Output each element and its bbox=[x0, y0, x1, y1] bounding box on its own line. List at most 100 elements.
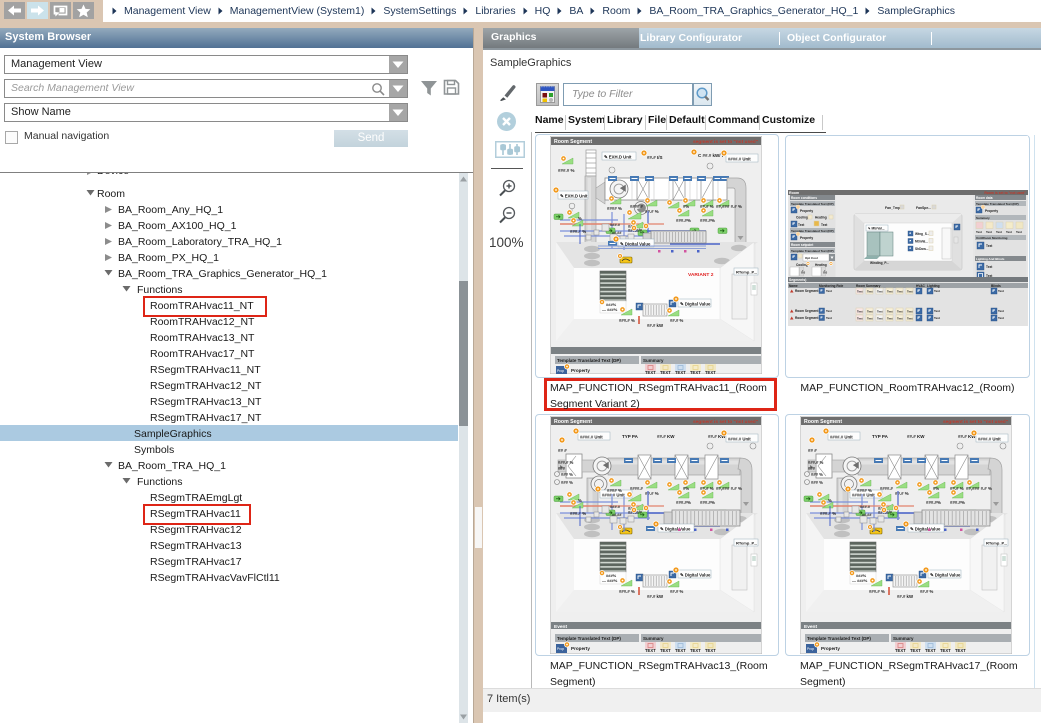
svg-text:###.# %: ###.# % bbox=[570, 511, 586, 516]
svg-text:segment is set to "not used": segment is set to "not used" bbox=[943, 419, 1008, 425]
svg-text:Text: Text bbox=[867, 317, 873, 321]
svg-text:Opt Cool: Opt Cool bbox=[805, 256, 818, 260]
svg-text:Prop: Prop bbox=[807, 647, 814, 651]
svg-text:###.#%: ###.#% bbox=[950, 500, 965, 505]
svg-text:TEXT: TEXT bbox=[940, 648, 951, 653]
svg-text:Heating: Heating bbox=[815, 263, 827, 267]
svg-text:MtnVal...: MtnVal... bbox=[915, 240, 928, 244]
svg-text:Text: Text bbox=[907, 317, 913, 321]
svg-text:Event: Event bbox=[804, 624, 817, 630]
svg-text:Property: Property bbox=[571, 368, 590, 373]
svg-text:Room Segment: Room Segment bbox=[795, 309, 819, 313]
svg-text:##.# %: ##.# % bbox=[645, 491, 659, 496]
svg-text:Text: Text bbox=[897, 317, 903, 321]
svg-text:Room: Room bbox=[789, 191, 799, 195]
svg-text:Text: Text bbox=[1006, 230, 1012, 234]
svg-text:segment is set to "not used": segment is set to "not used" bbox=[693, 419, 758, 425]
svg-text:Room setpoint: Room setpoint bbox=[791, 243, 814, 247]
svg-text:Room is set to "not used": Room is set to "not used" bbox=[984, 191, 1026, 195]
svg-text:Room Segment: Room Segment bbox=[804, 419, 842, 425]
svg-text:####.# Unit: ####.# Unit bbox=[602, 492, 625, 497]
svg-text:TEXT: TEXT bbox=[645, 648, 656, 653]
svg-text:Property: Property bbox=[571, 646, 590, 651]
svg-text:Text: Text bbox=[867, 290, 873, 294]
svg-text:### %: ### % bbox=[811, 480, 823, 485]
svg-text:TEXT: TEXT bbox=[690, 370, 701, 374]
svg-text:###.# %: ###.# % bbox=[558, 460, 574, 465]
svg-text:— ###%: — ###% bbox=[602, 307, 618, 312]
svg-text:Room Segment: Room Segment bbox=[554, 419, 592, 425]
svg-text:##.##: ##.## bbox=[862, 513, 872, 517]
svg-text:Text: Text bbox=[826, 289, 832, 293]
svg-text:RTemp_P...: RTemp_P... bbox=[736, 269, 757, 274]
svg-text:Room Summary: Room Summary bbox=[856, 284, 881, 288]
svg-text:Text: Text bbox=[877, 290, 883, 294]
svg-text:####.#: ####.# bbox=[630, 486, 643, 491]
svg-text:TEXT: TEXT bbox=[705, 648, 716, 653]
svg-text:TEXT: TEXT bbox=[645, 370, 656, 374]
svg-text:#%: #% bbox=[933, 486, 939, 491]
svg-text:Text: Text bbox=[996, 230, 1002, 234]
svg-text:Text: Text bbox=[877, 310, 883, 314]
svg-text:Name: Name bbox=[789, 284, 798, 288]
svg-text:###.# %: ###.# % bbox=[619, 318, 635, 323]
svg-text:Template Translated Text (DP): Template Translated Text (DP) bbox=[557, 358, 621, 363]
svg-text:##.# %: ##.# % bbox=[920, 589, 934, 594]
svg-text:###: ### bbox=[558, 466, 566, 471]
svg-text:Text: Text bbox=[934, 289, 940, 293]
svg-text:####.# Unit: ####.# Unit bbox=[830, 434, 853, 439]
svg-text:TEXT: TEXT bbox=[955, 648, 966, 653]
svg-text:Segments): Segments) bbox=[789, 278, 806, 282]
svg-text:Text: Text bbox=[998, 289, 1004, 293]
svg-text:##.##: ##.## bbox=[612, 513, 622, 517]
svg-text:Cooling: Cooling bbox=[796, 216, 808, 220]
svg-text:Summary: Summary bbox=[976, 216, 990, 220]
svg-text:Room conditions: Room conditions bbox=[791, 196, 817, 200]
svg-text:Template Translated Text (DP): Template Translated Text (DP) bbox=[791, 249, 834, 253]
svg-text:— ###%: — ###% bbox=[852, 578, 868, 583]
svg-text:TEXT: TEXT bbox=[660, 370, 671, 374]
svg-text:TEXT: TEXT bbox=[675, 370, 686, 374]
svg-text:Text: Text bbox=[887, 317, 893, 321]
svg-text:Summary: Summary bbox=[893, 636, 914, 641]
svg-text:####.# Unit: ####.# Unit bbox=[728, 436, 751, 441]
svg-text:Text: Text bbox=[826, 316, 832, 320]
svg-text:%: % bbox=[578, 216, 582, 221]
svg-text:Text: Text bbox=[934, 309, 940, 313]
svg-text:####.#: ####.# bbox=[880, 486, 893, 491]
svg-text:###.# %: ###.# % bbox=[820, 511, 836, 516]
svg-text:Property: Property bbox=[800, 209, 813, 213]
svg-text:Property: Property bbox=[985, 209, 998, 213]
svg-text:##.# %: ##.# % bbox=[895, 491, 909, 496]
svg-text:Property: Property bbox=[821, 646, 840, 651]
svg-text:Text: Text bbox=[798, 223, 805, 227]
svg-text:###.#%: ###.#% bbox=[700, 218, 715, 223]
svg-text:✎ EXH.D Unit: ✎ EXH.D Unit bbox=[560, 193, 588, 198]
svg-text:✎ EXH.D Unit: ✎ EXH.D Unit bbox=[604, 154, 632, 159]
svg-text:Text: Text bbox=[867, 310, 873, 314]
svg-text:Wtng_S...: Wtng_S... bbox=[915, 232, 930, 236]
svg-text:✎ Digital Value: ✎ Digital Value bbox=[660, 526, 691, 531]
svg-text:### %: ### % bbox=[561, 472, 573, 477]
svg-text:## #: ## # bbox=[808, 448, 817, 453]
svg-text:##.# KW: ##.# KW bbox=[907, 434, 925, 439]
svg-text:###.#: ###.# bbox=[860, 504, 871, 509]
svg-text:RTemp_P...: RTemp_P... bbox=[986, 540, 1007, 545]
svg-text:Text: Text bbox=[934, 316, 940, 320]
svg-text:#### %: #### % bbox=[607, 206, 622, 211]
svg-text:Text: Text bbox=[986, 244, 993, 248]
svg-text:TEXT: TEXT bbox=[705, 370, 716, 374]
svg-text:Blinds: Blinds bbox=[991, 284, 1001, 288]
svg-text:Text: Text bbox=[998, 309, 1004, 313]
svg-text:FanSpe...: FanSpe... bbox=[916, 206, 931, 210]
svg-text:Room data: Room data bbox=[976, 196, 993, 200]
svg-text:####.# Unit: ####.# Unit bbox=[728, 156, 751, 161]
svg-text:Winding_P...: Winding_P... bbox=[870, 261, 889, 265]
svg-text:✎ Digital Value: ✎ Digital Value bbox=[680, 301, 711, 306]
svg-text:Text: Text bbox=[897, 310, 903, 314]
svg-text:####.# Unit: ####.# Unit bbox=[978, 436, 1001, 441]
svg-text:— ###%: — ###% bbox=[602, 578, 618, 583]
svg-text:Property: Property bbox=[800, 236, 813, 240]
svg-text:TEXT: TEXT bbox=[910, 648, 921, 653]
svg-text:##,### #.# %: ##,### #.# % bbox=[716, 486, 742, 491]
